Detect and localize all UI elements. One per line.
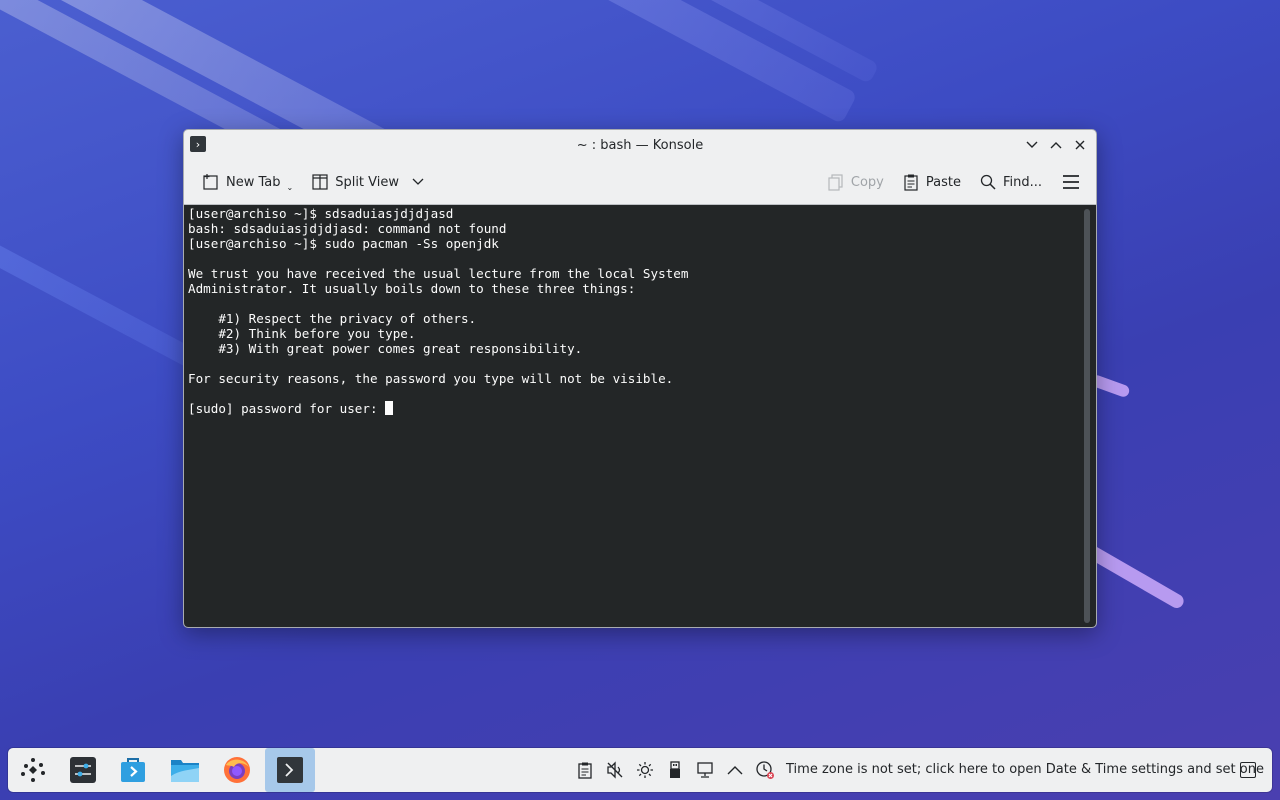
discover-icon: [121, 758, 145, 782]
terminal-prompt-line: [sudo] password for user:: [188, 401, 386, 416]
toolbar: New Tab ⌄ Split View Copy Paste Find...: [184, 160, 1096, 204]
find-button[interactable]: Find...: [973, 167, 1048, 197]
network-tray-button[interactable]: [690, 760, 720, 780]
clock-tray-button[interactable]: [750, 760, 780, 780]
terminal-line: bash: sdsaduiasjdjdjasd: command not fou…: [188, 221, 507, 236]
task-konsole[interactable]: [265, 748, 315, 792]
expand-tray-button[interactable]: [720, 760, 750, 780]
timezone-notice[interactable]: Time zone is not set; click here to open…: [786, 762, 1264, 777]
terminal-view[interactable]: [user@archiso ~]$ sdsaduiasjdjdjasd bash…: [184, 204, 1096, 627]
new-tab-dropdown-icon[interactable]: ⌄: [287, 183, 294, 192]
search-icon: [980, 174, 996, 190]
find-label: Find...: [1002, 174, 1042, 190]
close-icon: [1075, 140, 1085, 150]
system-settings-icon: [70, 757, 96, 783]
terminal-scrollbar[interactable]: [1084, 209, 1090, 623]
terminal-line: Administrator. It usually boils down to …: [188, 281, 636, 296]
usb-device-tray-button[interactable]: [660, 760, 690, 780]
copy-button[interactable]: Copy: [821, 167, 890, 197]
chevron-up-icon: [1050, 142, 1062, 149]
split-view-label: Split View: [335, 174, 400, 190]
split-view-icon: [312, 174, 328, 190]
chevron-up-icon: [727, 766, 743, 775]
volume-muted-icon: [607, 761, 623, 779]
terminal-line: [user@archiso ~]$ sdsaduiasjdjdjasd: [188, 206, 454, 221]
task-file-manager[interactable]: [160, 748, 210, 792]
taskbar-panel: Time zone is not set; click here to open…: [8, 748, 1272, 792]
volume-tray-button[interactable]: [600, 760, 630, 780]
terminal-cursor: [385, 401, 394, 415]
show-desktop-button[interactable]: [1240, 762, 1256, 778]
chevron-down-icon: [1026, 141, 1038, 148]
file-manager-icon: [171, 760, 199, 782]
clipboard-icon: [578, 762, 592, 779]
terminal-line: [user@archiso ~]$ sudo pacman -Ss openjd…: [188, 236, 499, 251]
task-system-settings[interactable]: [58, 748, 108, 792]
terminal-output: [user@archiso ~]$ sdsaduiasjdjdjasd bash…: [188, 206, 688, 416]
terminal-line: #3) With great power comes great respons…: [188, 341, 583, 356]
split-view-button[interactable]: Split View: [305, 167, 431, 197]
terminal-line: #1) Respect the privacy of others.: [188, 311, 477, 326]
maximize-button[interactable]: [1048, 136, 1064, 154]
paste-icon: [904, 174, 918, 191]
terminal-line: #2) Think before you type.: [188, 326, 416, 341]
new-tab-label: New Tab: [226, 174, 281, 190]
clock-warning-icon: [756, 761, 774, 779]
paste-label: Paste: [925, 174, 961, 190]
new-tab-icon: [203, 174, 218, 190]
firefox-icon: [224, 757, 250, 783]
terminal-line: For security reasons, the password you t…: [188, 371, 674, 386]
close-button[interactable]: [1072, 136, 1088, 154]
chevron-down-icon[interactable]: [411, 177, 425, 187]
system-tray: [570, 760, 780, 780]
hamburger-menu-icon: [1063, 175, 1079, 189]
new-tab-button[interactable]: New Tab ⌄: [196, 167, 299, 197]
usb-device-icon: [670, 761, 680, 778]
title-bar[interactable]: › ~ : bash — Konsole: [184, 130, 1096, 160]
konsole-window: › ~ : bash — Konsole New Tab ⌄ Split Vie…: [183, 129, 1097, 628]
brightness-icon: [637, 762, 653, 778]
paste-button[interactable]: Paste: [896, 167, 967, 197]
network-icon: [697, 762, 713, 778]
application-launcher[interactable]: [8, 748, 58, 792]
minimize-button[interactable]: [1024, 136, 1040, 154]
application-launcher-icon: [21, 758, 45, 782]
task-firefox[interactable]: [212, 748, 262, 792]
task-discover[interactable]: [108, 748, 158, 792]
konsole-app-icon[interactable]: ›: [190, 136, 206, 152]
brightness-tray-button[interactable]: [630, 760, 660, 780]
clipboard-tray-button[interactable]: [570, 760, 600, 780]
window-title: ~ : bash — Konsole: [576, 137, 704, 153]
copy-icon: [828, 174, 843, 191]
hamburger-menu-button[interactable]: [1054, 167, 1084, 197]
copy-label: Copy: [850, 174, 884, 190]
terminal-line: We trust you have received the usual lec…: [188, 266, 689, 281]
konsole-icon: [277, 757, 303, 783]
